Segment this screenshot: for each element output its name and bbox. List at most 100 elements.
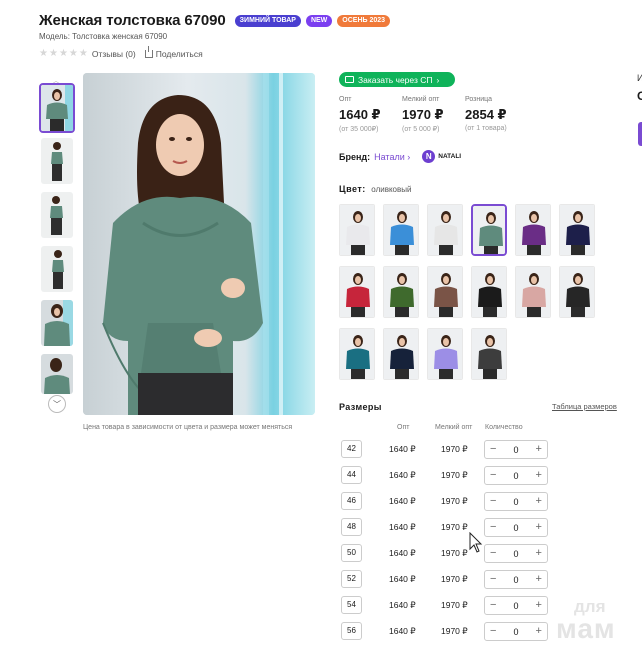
minus-icon[interactable]: − <box>490 522 496 533</box>
color-swatch[interactable] <box>339 266 375 318</box>
color-swatch[interactable] <box>383 204 419 256</box>
quantity-value[interactable]: 0 <box>513 445 518 455</box>
reviews-link[interactable]: Отзывы (0) <box>92 49 136 59</box>
color-label: Цвет: <box>339 184 366 194</box>
thumbnail[interactable] <box>41 192 73 238</box>
size-label[interactable]: 50 <box>341 544 362 562</box>
thumbnail[interactable] <box>41 246 73 292</box>
share-icon <box>144 46 153 58</box>
minus-icon[interactable]: − <box>490 548 496 559</box>
minus-icon[interactable]: − <box>490 600 496 611</box>
badge-winter: ЗИМНИЙ ТОВАР <box>234 14 301 27</box>
star-icon: ★ <box>68 48 78 59</box>
size-row: 52 1640 ₽ 1970 ₽ − 0 + <box>339 570 554 590</box>
color-swatch[interactable] <box>559 266 595 318</box>
thumbnail[interactable] <box>39 83 75 133</box>
chevron-right-icon: › <box>436 74 440 85</box>
size-label[interactable]: 54 <box>341 596 362 614</box>
product-main-photo[interactable] <box>83 73 315 415</box>
thumbnail[interactable] <box>41 354 73 394</box>
color-swatch[interactable] <box>339 328 375 380</box>
price-block: Опт 1640 ₽ (от 35 000₽) Мелкий опт 1970 … <box>339 96 528 133</box>
plus-icon[interactable]: + <box>536 600 542 611</box>
badge-new: NEW <box>305 14 333 27</box>
price-value: 2854 ₽ <box>465 107 507 122</box>
size-price-small-wholesale: 1970 ₽ <box>441 522 468 532</box>
color-swatch[interactable] <box>471 266 507 318</box>
thumbnail-strip: ︿ ﹀ <box>39 75 75 415</box>
share-button[interactable]: Поделиться <box>144 46 203 59</box>
mouse-cursor-icon <box>469 532 483 553</box>
size-price-wholesale: 1640 ₽ <box>389 444 416 454</box>
color-swatch[interactable] <box>471 328 507 380</box>
price-label: Мелкий опт <box>402 96 440 103</box>
size-label[interactable]: 44 <box>341 466 362 484</box>
color-swatch[interactable] <box>559 204 595 256</box>
color-swatch[interactable] <box>427 266 463 318</box>
size-price-wholesale: 1640 ₽ <box>389 548 416 558</box>
color-swatch[interactable] <box>515 204 551 256</box>
color-value: оливковый <box>371 185 412 194</box>
order-via-sp-button[interactable]: Заказать через СП › <box>339 72 455 87</box>
minus-icon[interactable]: − <box>490 626 496 637</box>
size-label[interactable]: 48 <box>341 518 362 536</box>
thumbnail[interactable] <box>41 138 73 184</box>
color-swatch[interactable] <box>427 328 463 380</box>
thumbnail[interactable] <box>41 300 73 346</box>
natali-logo-icon: N <box>422 150 436 163</box>
minus-icon[interactable]: − <box>490 496 496 507</box>
plus-icon[interactable]: + <box>536 522 542 533</box>
quantity-stepper: − 0 + <box>484 544 548 563</box>
quantity-value[interactable]: 0 <box>513 471 518 481</box>
chevron-down-icon[interactable]: ﹀ <box>48 395 66 413</box>
minus-icon[interactable]: − <box>490 574 496 585</box>
color-swatch[interactable] <box>383 328 419 380</box>
size-label[interactable]: 46 <box>341 492 362 510</box>
minus-icon[interactable]: − <box>490 444 496 455</box>
quantity-value[interactable]: 0 <box>513 627 518 637</box>
quantity-stepper: − 0 + <box>484 466 548 485</box>
brand-link[interactable]: Натали › <box>374 152 410 162</box>
size-price-small-wholesale: 1970 ₽ <box>441 600 468 610</box>
brand-logo[interactable]: N NATALI <box>422 150 461 163</box>
quantity-value[interactable]: 0 <box>513 497 518 507</box>
size-label[interactable]: 42 <box>341 440 362 458</box>
plus-icon[interactable]: + <box>536 574 542 585</box>
color-swatch[interactable] <box>515 266 551 318</box>
size-price-small-wholesale: 1970 ₽ <box>441 444 468 454</box>
size-price-wholesale: 1640 ₽ <box>389 496 416 506</box>
size-row: 48 1640 ₽ 1970 ₽ − 0 + <box>339 518 554 538</box>
plus-icon[interactable]: + <box>536 470 542 481</box>
quantity-value[interactable]: 0 <box>513 575 518 585</box>
quantity-stepper: − 0 + <box>484 596 548 615</box>
color-swatch[interactable] <box>427 204 463 256</box>
size-price-wholesale: 1640 ₽ <box>389 470 416 480</box>
edge-value: С <box>637 89 642 103</box>
product-model: Модель: Толстовка женская 67090 <box>39 32 168 41</box>
quantity-value[interactable]: 0 <box>513 601 518 611</box>
quantity-value[interactable]: 0 <box>513 523 518 533</box>
size-label[interactable]: 52 <box>341 570 362 588</box>
plus-icon[interactable]: + <box>536 496 542 507</box>
plus-icon[interactable]: + <box>536 626 542 637</box>
price-label: Розница <box>465 96 493 103</box>
size-chart-link[interactable]: Таблица размеров <box>552 402 617 411</box>
quantity-value[interactable]: 0 <box>513 549 518 559</box>
price-condition: (от 5 000 ₽) <box>402 126 440 133</box>
minus-icon[interactable]: − <box>490 470 496 481</box>
color-swatch[interactable] <box>383 266 419 318</box>
size-row: 50 1640 ₽ 1970 ₽ − 0 + <box>339 544 554 564</box>
product-title: Женская толстовка 67090 <box>39 12 226 29</box>
plus-icon[interactable]: + <box>536 444 542 455</box>
size-row: 44 1640 ₽ 1970 ₽ − 0 + <box>339 466 554 486</box>
share-label: Поделиться <box>155 49 203 59</box>
color-swatch[interactable] <box>339 204 375 256</box>
price-label: Опт <box>339 96 352 103</box>
edge-button[interactable] <box>638 122 642 146</box>
size-label[interactable]: 56 <box>341 622 362 640</box>
cart-icon <box>345 76 354 83</box>
edge-label: И <box>637 73 642 83</box>
col-small-wholesale: Мелкий опт <box>435 424 473 431</box>
color-swatch[interactable] <box>471 204 507 256</box>
plus-icon[interactable]: + <box>536 548 542 559</box>
